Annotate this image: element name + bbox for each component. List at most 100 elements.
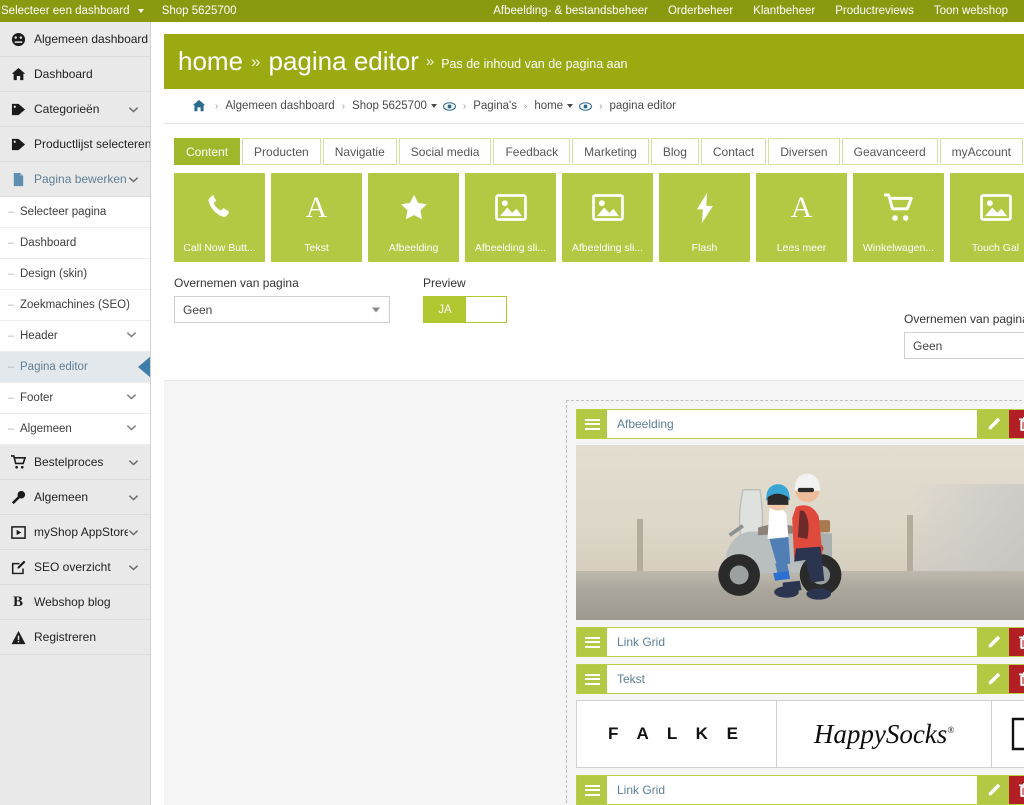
chevron-down-icon[interactable]	[567, 104, 574, 108]
block-header[interactable]: Link Grid	[576, 775, 1024, 805]
tab-diversen[interactable]: Diversen	[768, 138, 840, 165]
sidebar-subitem-zoekmachines-seo[interactable]: – Zoekmachines (SEO)	[0, 290, 150, 321]
trash-icon[interactable]	[1009, 628, 1024, 656]
widget-tile-label: Afbeelding sli...	[571, 242, 644, 254]
sidebar-item-registreren[interactable]: Registreren	[0, 620, 150, 655]
preview-label: Preview	[423, 276, 466, 290]
page-title-secondary: pagina editor	[268, 46, 419, 76]
pencil-icon[interactable]	[977, 410, 1009, 438]
tab-myaccount[interactable]: myAccount	[939, 138, 1024, 165]
block-header[interactable]: Tekst	[576, 664, 1024, 694]
sidebar-item-bestelproces[interactable]: Bestelproces	[0, 445, 150, 480]
sidebar-subitem-algemeen[interactable]: – Algemeen	[0, 414, 150, 445]
sidebar-item-seo-overzicht[interactable]: SEO overzicht	[0, 550, 150, 585]
widget-tile-call-now-button[interactable]: Call Now Butt...	[174, 173, 265, 262]
sidebar-item-pagina-bewerken[interactable]: Pagina bewerken	[0, 162, 150, 197]
widget-tile-winkelwagen[interactable]: Winkelwagen...	[853, 173, 944, 262]
eye-icon[interactable]	[579, 101, 593, 112]
widget-tile-afbeelding-slider-2[interactable]: Afbeelding sli...	[562, 173, 653, 262]
tab-blog[interactable]: Blog	[650, 138, 699, 165]
tag-icon	[8, 134, 28, 154]
play-box-icon	[8, 522, 28, 542]
widget-tile-flash[interactable]: Flash	[659, 173, 750, 262]
drag-handle-icon[interactable]	[577, 410, 607, 438]
top-link-media-manager[interactable]: Afbeelding- & bestandsbeheer	[483, 0, 658, 22]
trash-icon[interactable]	[1009, 776, 1024, 804]
block-header[interactable]: Afbeelding	[576, 409, 1024, 439]
sidebar-item-categorieen[interactable]: Categorieën	[0, 92, 150, 127]
top-link-view-shop[interactable]: Toon webshop	[924, 0, 1018, 22]
sidebar-item-label: myShop AppStore	[34, 525, 128, 539]
chevron-down-icon[interactable]	[128, 174, 144, 185]
tab-contact[interactable]: Contact	[700, 138, 767, 165]
pencil-icon[interactable]	[977, 665, 1009, 693]
home-icon[interactable]	[192, 99, 206, 113]
sidebar: Algemeen dashboard Dashboard Categorieën…	[0, 22, 151, 805]
widget-tile-tekst[interactable]: A Tekst	[271, 173, 362, 262]
dash-marker: –	[8, 268, 15, 280]
eye-icon[interactable]	[442, 101, 456, 112]
chevron-down-icon[interactable]	[126, 422, 142, 436]
chevron-down-icon[interactable]	[430, 104, 437, 108]
widget-tile-afbeelding-slider-1[interactable]: Afbeelding sli...	[465, 173, 556, 262]
chevron-down-icon[interactable]	[126, 391, 142, 405]
top-link-customer-management[interactable]: Klantbeheer	[743, 0, 825, 22]
tab-producten[interactable]: Producten	[242, 138, 321, 165]
dash-marker: –	[8, 361, 15, 373]
preview-toggle[interactable]: JA	[423, 296, 507, 323]
widget-tile-lees-meer[interactable]: A Lees meer	[756, 173, 847, 262]
drag-handle-icon[interactable]	[577, 665, 607, 693]
drag-handle-icon[interactable]	[577, 776, 607, 804]
home-icon	[8, 64, 28, 84]
tab-navigatie[interactable]: Navigatie	[322, 138, 397, 165]
inherit-from-page-select-right[interactable]: Geen	[904, 332, 1024, 359]
chevron-down-icon[interactable]	[128, 492, 144, 503]
pencil-icon[interactable]	[977, 776, 1009, 804]
dashboard-selector[interactable]: Selecteer een dashboard	[0, 0, 153, 22]
widget-tile-touch-gallery[interactable]: Touch Gal	[950, 173, 1024, 262]
top-link-order-management[interactable]: Orderbeheer	[658, 0, 743, 22]
sidebar-subitem-selecteer-pagina[interactable]: – Selecteer pagina	[0, 197, 150, 228]
sidebar-item-algemeen-dashboard[interactable]: Algemeen dashboard	[0, 22, 150, 57]
chevron-down-icon[interactable]	[126, 329, 142, 343]
chevron-down-icon[interactable]	[128, 527, 144, 538]
breadcrumb-item-algemeen-dashboard[interactable]: Algemeen dashboard	[225, 100, 334, 112]
pencil-icon[interactable]	[977, 628, 1009, 656]
sidebar-subitem-header[interactable]: – Header	[0, 321, 150, 352]
sidebar-item-myshop-appstore[interactable]: myShop AppStore	[0, 515, 150, 550]
block-header[interactable]: Link Grid	[576, 627, 1024, 657]
tab-social-media[interactable]: Social media	[398, 138, 492, 165]
photo-pole	[636, 518, 643, 571]
sidebar-subitem-dashboard[interactable]: – Dashboard	[0, 228, 150, 259]
tab-marketing[interactable]: Marketing	[572, 138, 649, 165]
top-link-product-reviews[interactable]: Productreviews	[825, 0, 924, 22]
chevron-down-icon[interactable]	[128, 104, 144, 115]
tab-feedback[interactable]: Feedback	[493, 138, 571, 165]
sidebar-subitem-label: Design (skin)	[20, 268, 88, 280]
sidebar-item-webshop-blog[interactable]: B Webshop blog	[0, 585, 150, 620]
sidebar-subitem-design-skin[interactable]: – Design (skin)	[0, 259, 150, 290]
tab-geavanceerd[interactable]: Geavanceerd	[841, 138, 938, 165]
sidebar-item-productlijst-selecteren[interactable]: Productlijst selecteren	[0, 127, 150, 162]
sidebar-item-dashboard[interactable]: Dashboard	[0, 57, 150, 92]
chevron-down-icon[interactable]	[128, 457, 144, 468]
trash-icon[interactable]	[1009, 665, 1024, 693]
shop-id-label[interactable]: Shop 5625700	[153, 0, 246, 22]
chevron-down-icon[interactable]	[128, 562, 144, 573]
tab-content[interactable]: Content	[174, 138, 241, 165]
sidebar-item-algemeen-settings[interactable]: Algemeen	[0, 480, 150, 515]
widget-tile-afbeelding[interactable]: Afbeelding	[368, 173, 459, 262]
top-bar-right: Afbeelding- & bestandsbeheer Orderbeheer…	[483, 0, 1018, 22]
sidebar-subitem-footer[interactable]: – Footer	[0, 383, 150, 414]
editor-column: Afbeelding Link Grid Tekst F A L K E Hap…	[566, 400, 1024, 805]
breadcrumb-item-home[interactable]: home	[534, 100, 563, 112]
breadcrumb-item-paginas[interactable]: Pagina's	[473, 100, 517, 112]
breadcrumb-separator: ›	[523, 100, 528, 112]
inherit-from-page-select[interactable]: Geen	[174, 296, 390, 323]
cart-icon	[883, 173, 915, 242]
breadcrumb-item-shop[interactable]: Shop 5625700	[352, 100, 427, 112]
sidebar-item-label: Registreren	[34, 630, 97, 644]
sidebar-subitem-pagina-editor[interactable]: – Pagina editor	[0, 352, 150, 383]
drag-handle-icon[interactable]	[577, 628, 607, 656]
trash-icon[interactable]	[1009, 410, 1024, 438]
